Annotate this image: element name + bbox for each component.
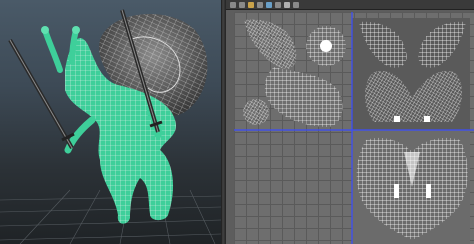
isolate-icon[interactable] [275,1,281,8]
uv-shell-body[interactable] [243,67,343,127]
snap-icon[interactable] [239,1,245,8]
shade-icon[interactable] [266,1,272,8]
uv-editor-toolbar [226,0,474,10]
uv-texture-editor[interactable] [226,0,474,244]
checker-icon[interactable] [257,1,263,8]
perspective-viewport[interactable] [0,0,221,244]
uv-layout-icon[interactable] [293,1,299,8]
sword-left[interactable] [8,39,75,149]
grid-icon[interactable] [230,1,236,8]
viewport-scene [0,9,221,244]
uv-grid-canvas[interactable] [234,12,474,244]
maya-workspace [0,0,474,244]
uv-shell-shell[interactable] [244,19,346,69]
ground-grid [0,189,221,244]
image-icon[interactable] [248,1,254,8]
frame-icon[interactable] [284,1,290,8]
uv-shells [234,12,474,244]
